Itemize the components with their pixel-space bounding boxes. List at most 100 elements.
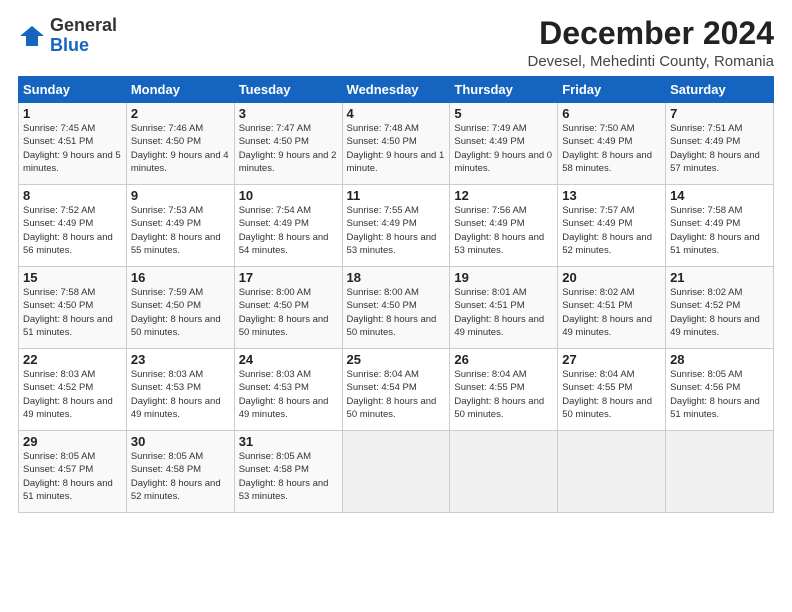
day-detail: Sunrise: 7:56 AMSunset: 4:49 PMDaylight:… (454, 204, 553, 257)
day-detail: Sunrise: 8:02 AMSunset: 4:52 PMDaylight:… (670, 286, 769, 339)
weekday-thursday: Thursday (450, 77, 558, 103)
day-detail: Sunrise: 8:05 AMSunset: 4:57 PMDaylight:… (23, 450, 122, 503)
day-detail: Sunrise: 7:48 AMSunset: 4:50 PMDaylight:… (347, 122, 446, 175)
calendar-cell: 22Sunrise: 8:03 AMSunset: 4:52 PMDayligh… (19, 349, 127, 431)
weekday-monday: Monday (126, 77, 234, 103)
calendar-week-3: 15Sunrise: 7:58 AMSunset: 4:50 PMDayligh… (19, 267, 774, 349)
day-detail: Sunrise: 7:47 AMSunset: 4:50 PMDaylight:… (239, 122, 338, 175)
day-number: 30 (131, 434, 230, 449)
day-number: 11 (347, 188, 446, 203)
calendar-cell: 19Sunrise: 8:01 AMSunset: 4:51 PMDayligh… (450, 267, 558, 349)
calendar-cell: 28Sunrise: 8:05 AMSunset: 4:56 PMDayligh… (666, 349, 774, 431)
day-detail: Sunrise: 7:50 AMSunset: 4:49 PMDaylight:… (562, 122, 661, 175)
weekday-saturday: Saturday (666, 77, 774, 103)
logo-text: General Blue (50, 16, 117, 56)
day-detail: Sunrise: 8:04 AMSunset: 4:54 PMDaylight:… (347, 368, 446, 421)
calendar-cell: 21Sunrise: 8:02 AMSunset: 4:52 PMDayligh… (666, 267, 774, 349)
weekday-friday: Friday (558, 77, 666, 103)
calendar-cell: 27Sunrise: 8:04 AMSunset: 4:55 PMDayligh… (558, 349, 666, 431)
day-detail: Sunrise: 7:49 AMSunset: 4:49 PMDaylight:… (454, 122, 553, 175)
logo-general: General (50, 16, 117, 36)
calendar-cell: 3Sunrise: 7:47 AMSunset: 4:50 PMDaylight… (234, 103, 342, 185)
day-number: 17 (239, 270, 338, 285)
day-number: 8 (23, 188, 122, 203)
day-number: 4 (347, 106, 446, 121)
location: Devesel, Mehedinti County, Romania (527, 53, 774, 70)
day-detail: Sunrise: 7:54 AMSunset: 4:49 PMDaylight:… (239, 204, 338, 257)
day-number: 13 (562, 188, 661, 203)
calendar-cell: 23Sunrise: 8:03 AMSunset: 4:53 PMDayligh… (126, 349, 234, 431)
day-detail: Sunrise: 7:55 AMSunset: 4:49 PMDaylight:… (347, 204, 446, 257)
calendar-cell: 13Sunrise: 7:57 AMSunset: 4:49 PMDayligh… (558, 185, 666, 267)
calendar-cell: 17Sunrise: 8:00 AMSunset: 4:50 PMDayligh… (234, 267, 342, 349)
calendar-cell: 4Sunrise: 7:48 AMSunset: 4:50 PMDaylight… (342, 103, 450, 185)
day-detail: Sunrise: 8:03 AMSunset: 4:53 PMDaylight:… (239, 368, 338, 421)
calendar-cell: 25Sunrise: 8:04 AMSunset: 4:54 PMDayligh… (342, 349, 450, 431)
logo-blue: Blue (50, 36, 117, 56)
calendar-cell: 1Sunrise: 7:45 AMSunset: 4:51 PMDaylight… (19, 103, 127, 185)
day-number: 2 (131, 106, 230, 121)
day-detail: Sunrise: 8:04 AMSunset: 4:55 PMDaylight:… (454, 368, 553, 421)
day-detail: Sunrise: 8:04 AMSunset: 4:55 PMDaylight:… (562, 368, 661, 421)
day-detail: Sunrise: 7:45 AMSunset: 4:51 PMDaylight:… (23, 122, 122, 175)
weekday-header-row: SundayMondayTuesdayWednesdayThursdayFrid… (19, 77, 774, 103)
day-detail: Sunrise: 8:03 AMSunset: 4:52 PMDaylight:… (23, 368, 122, 421)
day-number: 31 (239, 434, 338, 449)
day-number: 21 (670, 270, 769, 285)
calendar-cell: 6Sunrise: 7:50 AMSunset: 4:49 PMDaylight… (558, 103, 666, 185)
calendar-cell: 10Sunrise: 7:54 AMSunset: 4:49 PMDayligh… (234, 185, 342, 267)
calendar-cell: 18Sunrise: 8:00 AMSunset: 4:50 PMDayligh… (342, 267, 450, 349)
logo-icon (18, 22, 46, 50)
day-detail: Sunrise: 7:58 AMSunset: 4:49 PMDaylight:… (670, 204, 769, 257)
calendar-cell: 5Sunrise: 7:49 AMSunset: 4:49 PMDaylight… (450, 103, 558, 185)
day-number: 23 (131, 352, 230, 367)
calendar-cell: 12Sunrise: 7:56 AMSunset: 4:49 PMDayligh… (450, 185, 558, 267)
day-detail: Sunrise: 7:58 AMSunset: 4:50 PMDaylight:… (23, 286, 122, 339)
calendar-cell (666, 431, 774, 513)
day-detail: Sunrise: 8:00 AMSunset: 4:50 PMDaylight:… (239, 286, 338, 339)
day-number: 19 (454, 270, 553, 285)
calendar-cell: 20Sunrise: 8:02 AMSunset: 4:51 PMDayligh… (558, 267, 666, 349)
weekday-wednesday: Wednesday (342, 77, 450, 103)
day-detail: Sunrise: 7:53 AMSunset: 4:49 PMDaylight:… (131, 204, 230, 257)
calendar-cell: 7Sunrise: 7:51 AMSunset: 4:49 PMDaylight… (666, 103, 774, 185)
day-number: 1 (23, 106, 122, 121)
day-detail: Sunrise: 7:59 AMSunset: 4:50 PMDaylight:… (131, 286, 230, 339)
weekday-sunday: Sunday (19, 77, 127, 103)
day-number: 22 (23, 352, 122, 367)
day-detail: Sunrise: 7:51 AMSunset: 4:49 PMDaylight:… (670, 122, 769, 175)
day-detail: Sunrise: 8:02 AMSunset: 4:51 PMDaylight:… (562, 286, 661, 339)
calendar-cell: 15Sunrise: 7:58 AMSunset: 4:50 PMDayligh… (19, 267, 127, 349)
day-number: 29 (23, 434, 122, 449)
day-detail: Sunrise: 8:01 AMSunset: 4:51 PMDaylight:… (454, 286, 553, 339)
calendar-cell: 31Sunrise: 8:05 AMSunset: 4:58 PMDayligh… (234, 431, 342, 513)
month-title: December 2024 (527, 16, 774, 51)
calendar-cell: 9Sunrise: 7:53 AMSunset: 4:49 PMDaylight… (126, 185, 234, 267)
day-detail: Sunrise: 8:00 AMSunset: 4:50 PMDaylight:… (347, 286, 446, 339)
calendar-body: 1Sunrise: 7:45 AMSunset: 4:51 PMDaylight… (19, 103, 774, 513)
day-detail: Sunrise: 8:03 AMSunset: 4:53 PMDaylight:… (131, 368, 230, 421)
day-number: 16 (131, 270, 230, 285)
day-number: 26 (454, 352, 553, 367)
day-number: 12 (454, 188, 553, 203)
calendar-table: SundayMondayTuesdayWednesdayThursdayFrid… (18, 76, 774, 513)
day-number: 9 (131, 188, 230, 203)
day-number: 15 (23, 270, 122, 285)
calendar-cell (450, 431, 558, 513)
calendar-cell: 11Sunrise: 7:55 AMSunset: 4:49 PMDayligh… (342, 185, 450, 267)
weekday-tuesday: Tuesday (234, 77, 342, 103)
calendar-cell (342, 431, 450, 513)
header: General Blue December 2024 Devesel, Mehe… (18, 16, 774, 70)
calendar-cell: 16Sunrise: 7:59 AMSunset: 4:50 PMDayligh… (126, 267, 234, 349)
day-number: 18 (347, 270, 446, 285)
calendar-page: General Blue December 2024 Devesel, Mehe… (0, 0, 792, 612)
calendar-cell: 30Sunrise: 8:05 AMSunset: 4:58 PMDayligh… (126, 431, 234, 513)
day-number: 28 (670, 352, 769, 367)
logo: General Blue (18, 16, 117, 56)
calendar-cell (558, 431, 666, 513)
day-number: 7 (670, 106, 769, 121)
calendar-cell: 24Sunrise: 8:03 AMSunset: 4:53 PMDayligh… (234, 349, 342, 431)
calendar-week-4: 22Sunrise: 8:03 AMSunset: 4:52 PMDayligh… (19, 349, 774, 431)
day-detail: Sunrise: 8:05 AMSunset: 4:56 PMDaylight:… (670, 368, 769, 421)
calendar-week-2: 8Sunrise: 7:52 AMSunset: 4:49 PMDaylight… (19, 185, 774, 267)
